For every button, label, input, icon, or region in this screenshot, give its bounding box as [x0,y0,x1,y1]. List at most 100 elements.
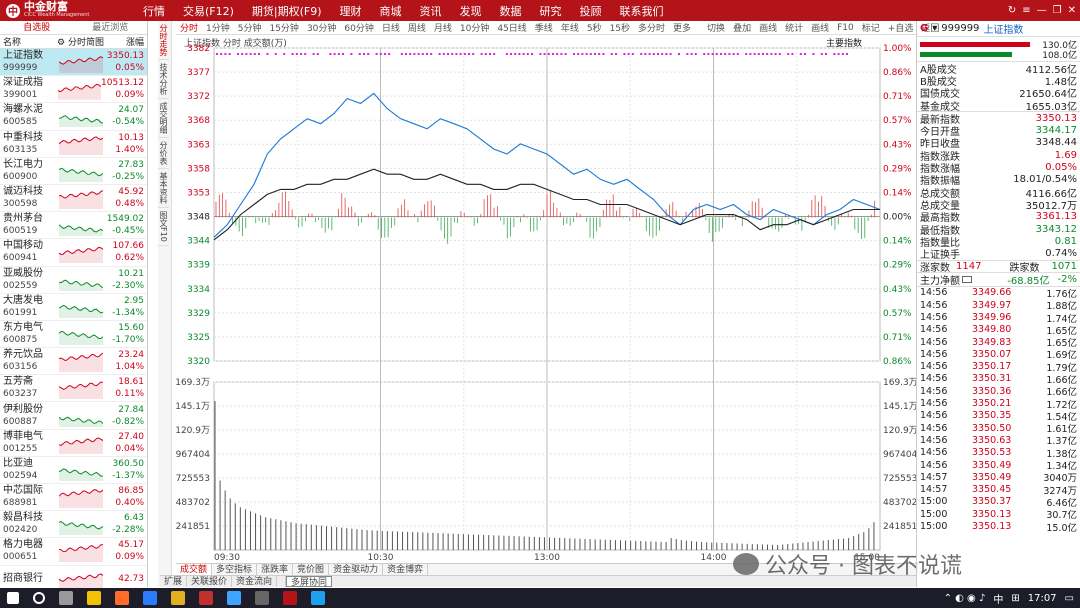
clock[interactable]: 17:07 [1028,593,1057,604]
search-icon[interactable] [33,592,45,604]
watchlist-row[interactable]: 博菲电气 001255 27.40 0.04% [0,430,147,457]
window-control-0[interactable]: ↻ [1008,5,1016,16]
ime-indicator[interactable]: 中 [993,591,1003,606]
chart-tool-5[interactable]: F10 [833,23,858,33]
watchlist-row[interactable]: 五芳斋 603237 18.61 0.11% [0,375,147,402]
watchlist-row[interactable]: 贵州茅台 600519 1549.02 -0.45% [0,212,147,239]
ext-tab-0[interactable]: 扩展 [160,576,187,587]
app-icon-6[interactable] [311,591,325,605]
indicator-tab-5[interactable]: 资金博弈 [383,564,428,575]
watchlist-row[interactable]: 上证指数 999999 3350.13 0.05% [0,49,147,76]
watchlist-row[interactable]: 毅昌科技 002420 6.43 -2.28% [0,511,147,538]
menu-item-2[interactable]: 期货|期权(F9) [243,3,331,19]
period-tab-14[interactable]: 15秒 [606,21,634,34]
tab-watchlist[interactable]: 自选股 [0,21,74,34]
indicator-tab-3[interactable]: 竞价图 [293,564,329,575]
period-tab-10[interactable]: 45日线 [493,21,530,34]
period-tab-4[interactable]: 30分钟 [303,21,340,34]
menu-item-5[interactable]: 资讯 [411,3,451,19]
menu-item-4[interactable]: 商城 [371,3,411,19]
side-tab-5[interactable]: 图文F10 [158,208,169,246]
watchlist-row[interactable]: 大唐发电 601991 2.95 -1.34% [0,294,147,321]
menu-item-3[interactable]: 理财 [331,3,371,19]
watchlist-row[interactable]: 伊利股份 600887 27.84 -0.82% [0,402,147,429]
period-tab-12[interactable]: 年线 [557,21,583,34]
period-tab-9[interactable]: 10分钟 [456,21,493,34]
windows-start-icon[interactable] [7,592,19,604]
header-chart[interactable]: ⚙ 分时简图 [57,35,113,48]
menu-item-1[interactable]: 交易(F12) [174,3,243,19]
app-icon-4[interactable] [227,591,241,605]
watchlist-row[interactable]: 比亚迪 002594 360.50 -1.37% [0,457,147,484]
chevron-down-icon[interactable]: ▾ [932,23,937,34]
period-tab-1[interactable]: 1分钟 [202,21,234,34]
watchlist-row[interactable]: 诚迈科技 300598 45.92 0.48% [0,185,147,212]
menu-item-0[interactable]: 行情 [134,3,174,19]
menu-item-10[interactable]: 联系我们 [611,3,673,19]
app-icon-2[interactable] [143,591,157,605]
app-icon-1[interactable] [87,591,101,605]
watchlist-row[interactable]: 深证成指 399001 10513.12 0.09% [0,76,147,103]
watchlist-row[interactable]: 海螺水泥 600585 24.07 -0.54% [0,103,147,130]
chart-tool-1[interactable]: 叠加 [729,21,755,34]
period-tab-2[interactable]: 5分钟 [234,21,266,34]
window-control-2[interactable]: — [1037,5,1047,16]
period-tab-0[interactable]: 分时 [176,21,202,34]
chart-tool-7[interactable]: +自选 [884,21,918,34]
period-tab-6[interactable]: 日线 [378,21,404,34]
period-tab-11[interactable]: 季线 [531,21,557,34]
header-name[interactable]: 名称 [3,35,57,48]
task-view-icon[interactable] [59,591,73,605]
app-icon-5[interactable] [255,591,269,605]
indicator-tab-4[interactable]: 资金驱动力 [329,564,383,575]
chart-tool-4[interactable]: 画线 [807,21,833,34]
menu-item-7[interactable]: 数据 [491,3,531,19]
tab-recent[interactable]: 最近浏览 [74,21,148,34]
indicator-tab-2[interactable]: 涨跌率 [257,564,293,575]
side-tab-3[interactable]: 分价表 [158,138,169,169]
menu-item-9[interactable]: 投顾 [571,3,611,19]
period-tab-16[interactable]: 更多 [669,21,695,34]
chart-tool-2[interactable]: 画线 [755,21,781,34]
ext-tab-2[interactable]: 资金流向 [232,576,277,587]
header-change[interactable]: 涨幅 [113,35,144,48]
ext-tab-3[interactable] [277,576,286,587]
menu-item-6[interactable]: 发现 [451,3,491,19]
period-tab-13[interactable]: 5秒 [583,21,606,34]
side-tab-2[interactable]: 成交明细 [158,99,169,138]
watchlist-row[interactable]: 东方电气 600875 15.60 -1.70% [0,321,147,348]
period-tab-8[interactable]: 月线 [430,21,456,34]
watchlist-row[interactable]: 中国移动 600941 107.66 0.62% [0,239,147,266]
grid-icon[interactable]: ⊞ [1011,593,1019,604]
watchlist-row[interactable]: 中芯国际 688981 86.85 0.40% [0,484,147,511]
indicator-tab-0[interactable]: 成交额 [176,564,212,575]
window-control-4[interactable]: ✕ [1068,5,1076,16]
ext-tab-1[interactable]: 关联报价 [187,576,232,587]
trading-app-icon[interactable] [283,591,297,605]
tray-icons[interactable]: ⌃ ◐ ◉ ♪ [944,593,986,604]
menu-item-8[interactable]: 研究 [531,3,571,19]
watchlist-row[interactable]: 长江电力 600900 27.83 -0.25% [0,158,147,185]
browser-icon[interactable] [115,591,129,605]
watchlist-row[interactable]: 养元饮品 603156 23.24 1.04% [0,348,147,375]
chart-tool-3[interactable]: 统计 [781,21,807,34]
side-tab-1[interactable]: 技术分析 [158,60,169,99]
app-icon-3[interactable] [199,591,213,605]
period-tab-3[interactable]: 15分钟 [265,21,302,34]
chart-tool-0[interactable]: 切换 [703,21,729,34]
watchlist-row[interactable]: 格力电器 000651 45.17 0.09% [0,538,147,565]
period-tab-7[interactable]: 周线 [404,21,430,34]
watchlist-row[interactable]: 中重科技 603135 10.13 1.40% [0,131,147,158]
side-tab-0[interactable]: 分时走势 [158,21,169,60]
ext-tab-4[interactable]: 多屏协同 [286,576,332,587]
watchlist-row[interactable]: 亚威股份 002559 10.21 -2.30% [0,267,147,294]
window-control-1[interactable]: ≡ [1022,5,1030,16]
window-control-3[interactable]: ❐ [1053,5,1062,16]
period-tab-5[interactable]: 60分钟 [340,21,377,34]
period-tab-15[interactable]: 多分时 [634,21,669,34]
chart-tool-6[interactable]: 标记 [858,21,884,34]
notification-icon[interactable]: ▭ [1065,593,1074,604]
side-tab-4[interactable]: 基本资料 [158,169,169,208]
folder-icon[interactable] [171,591,185,605]
indicator-tab-1[interactable]: 多空指标 [212,564,257,575]
